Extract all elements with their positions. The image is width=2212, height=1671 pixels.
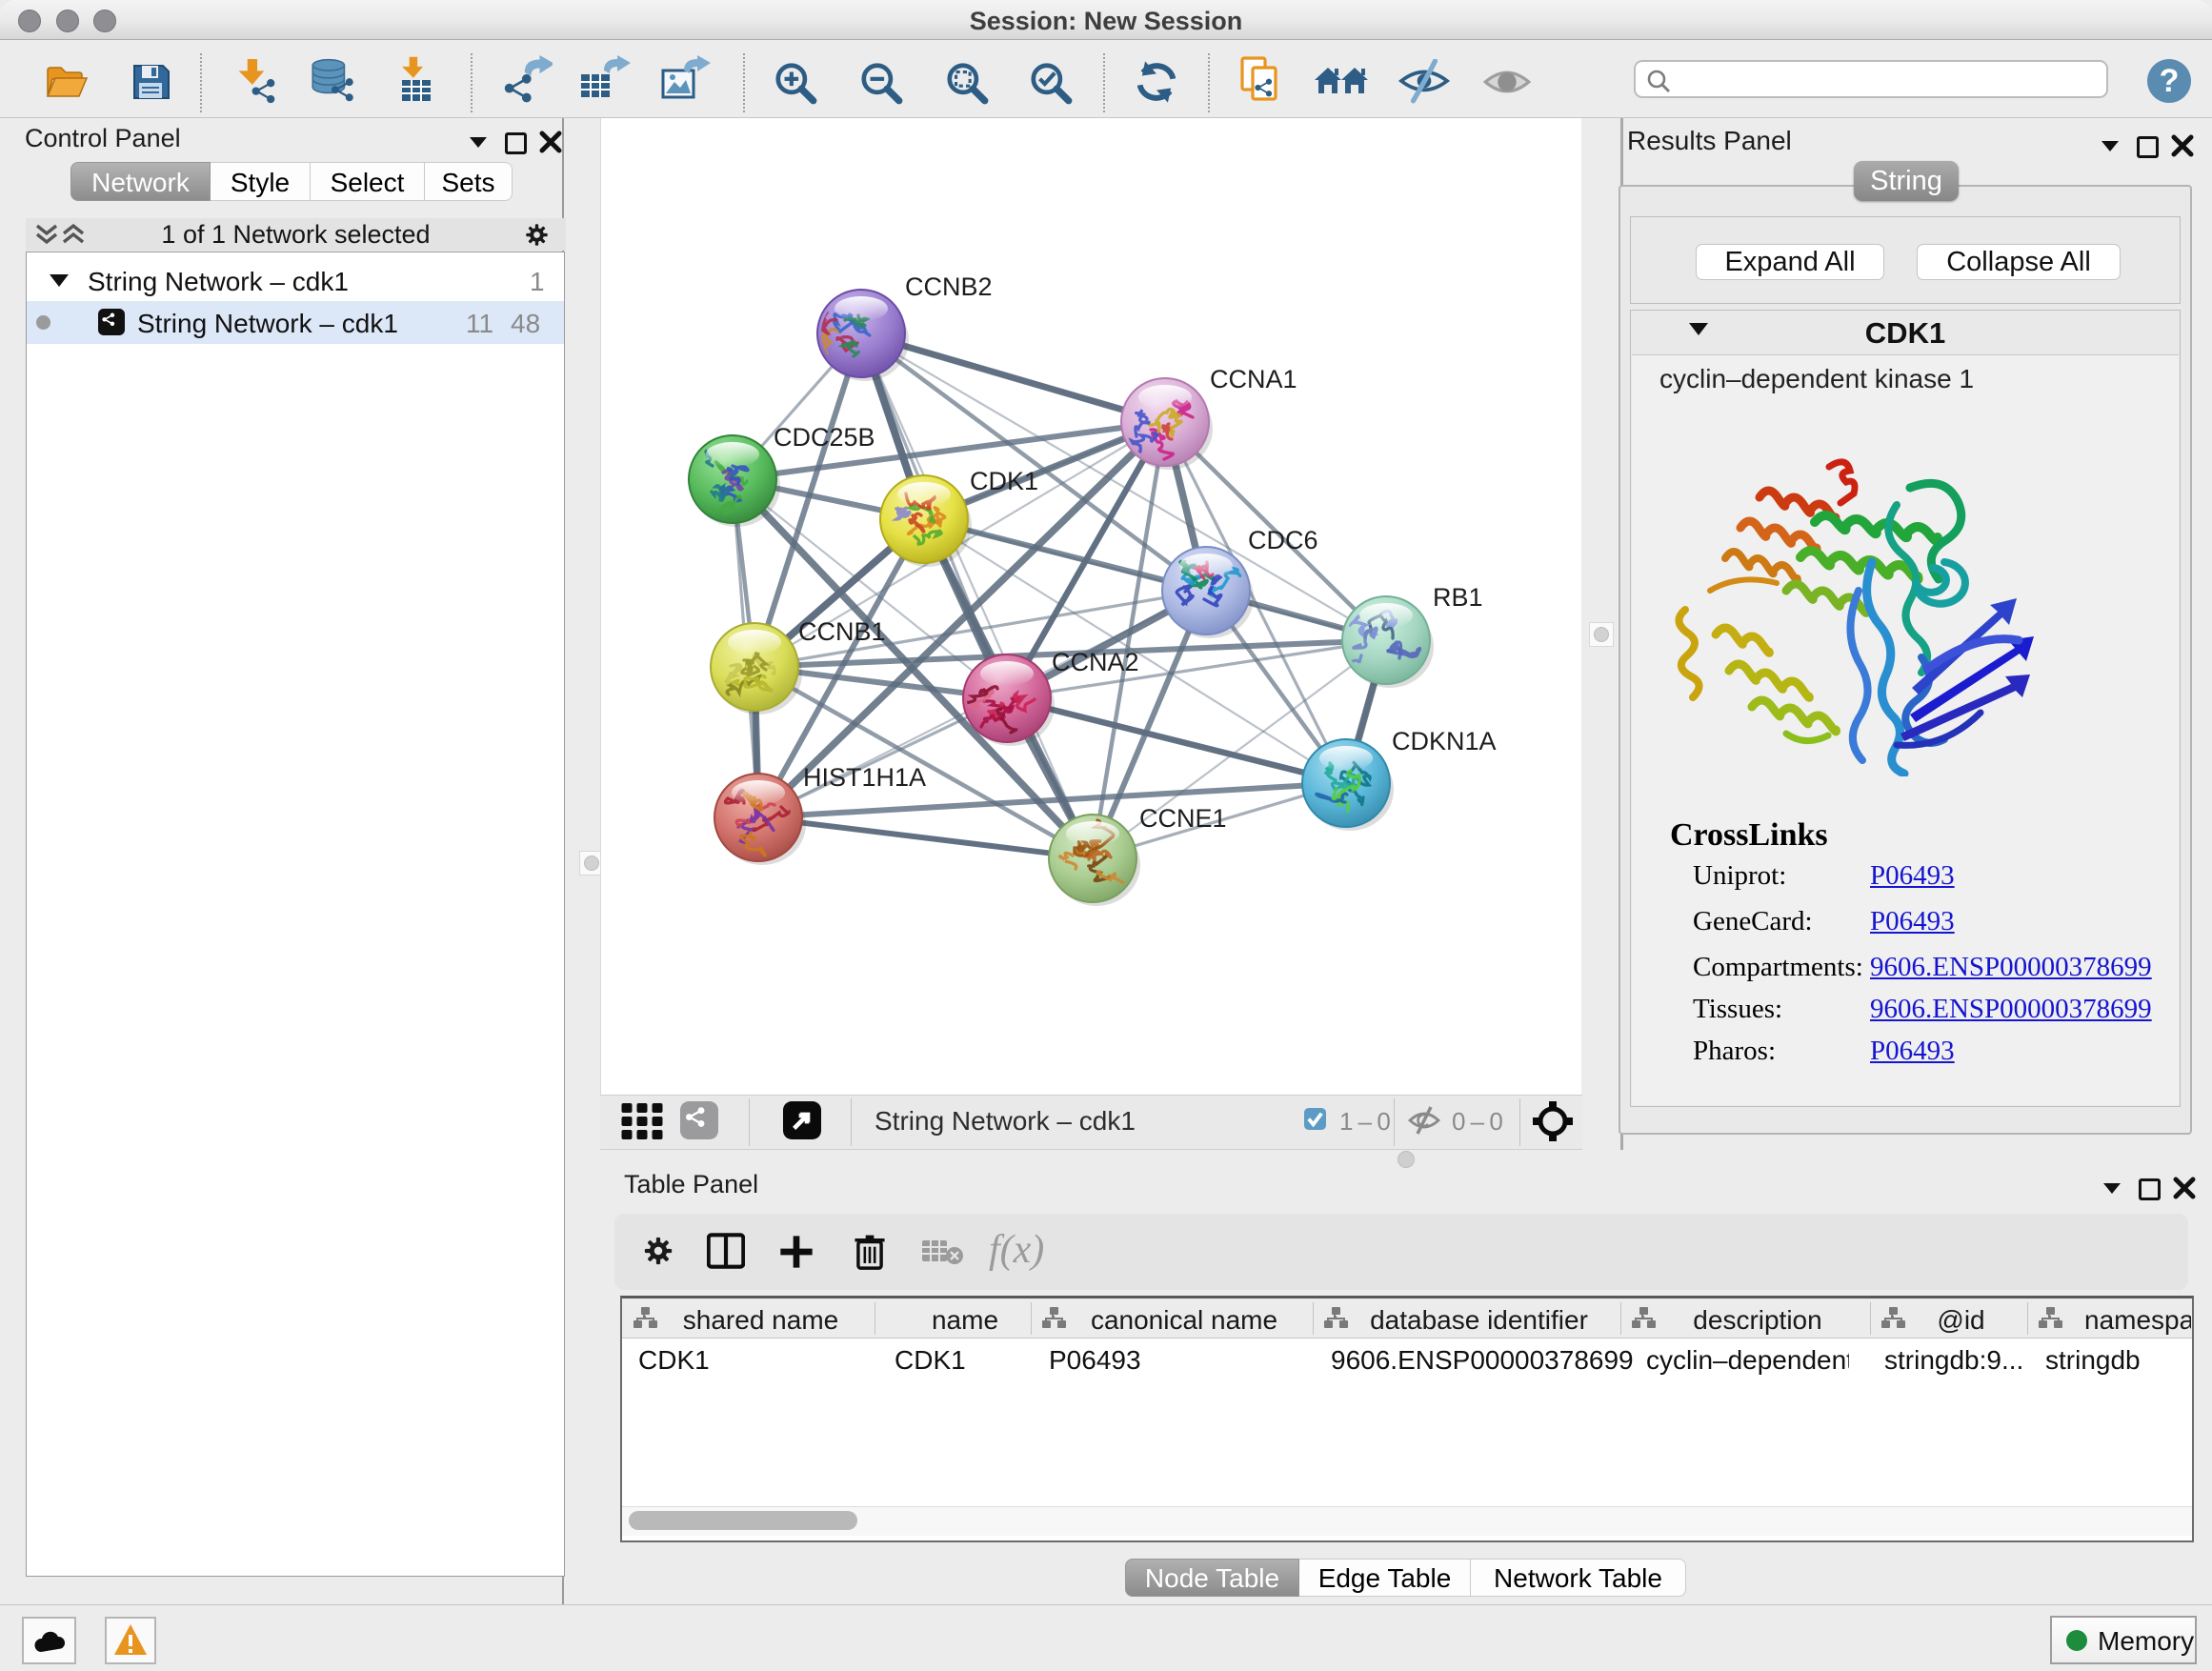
svg-text:RB1: RB1 (1433, 583, 1483, 612)
svg-text:CDC25B: CDC25B (774, 423, 875, 452)
svg-text:CDKN1A: CDKN1A (1392, 727, 1497, 755)
svg-text:CCNE1: CCNE1 (1139, 804, 1227, 833)
svg-text:CCNA2: CCNA2 (1052, 648, 1139, 676)
svg-text:CDC6: CDC6 (1248, 526, 1318, 554)
svg-text:CCNA1: CCNA1 (1210, 365, 1297, 393)
svg-text:CCNB2: CCNB2 (905, 272, 993, 301)
svg-text:HIST1H1A: HIST1H1A (803, 763, 926, 792)
svg-text:CDK1: CDK1 (970, 467, 1038, 495)
svg-text:CCNB1: CCNB1 (798, 617, 886, 646)
